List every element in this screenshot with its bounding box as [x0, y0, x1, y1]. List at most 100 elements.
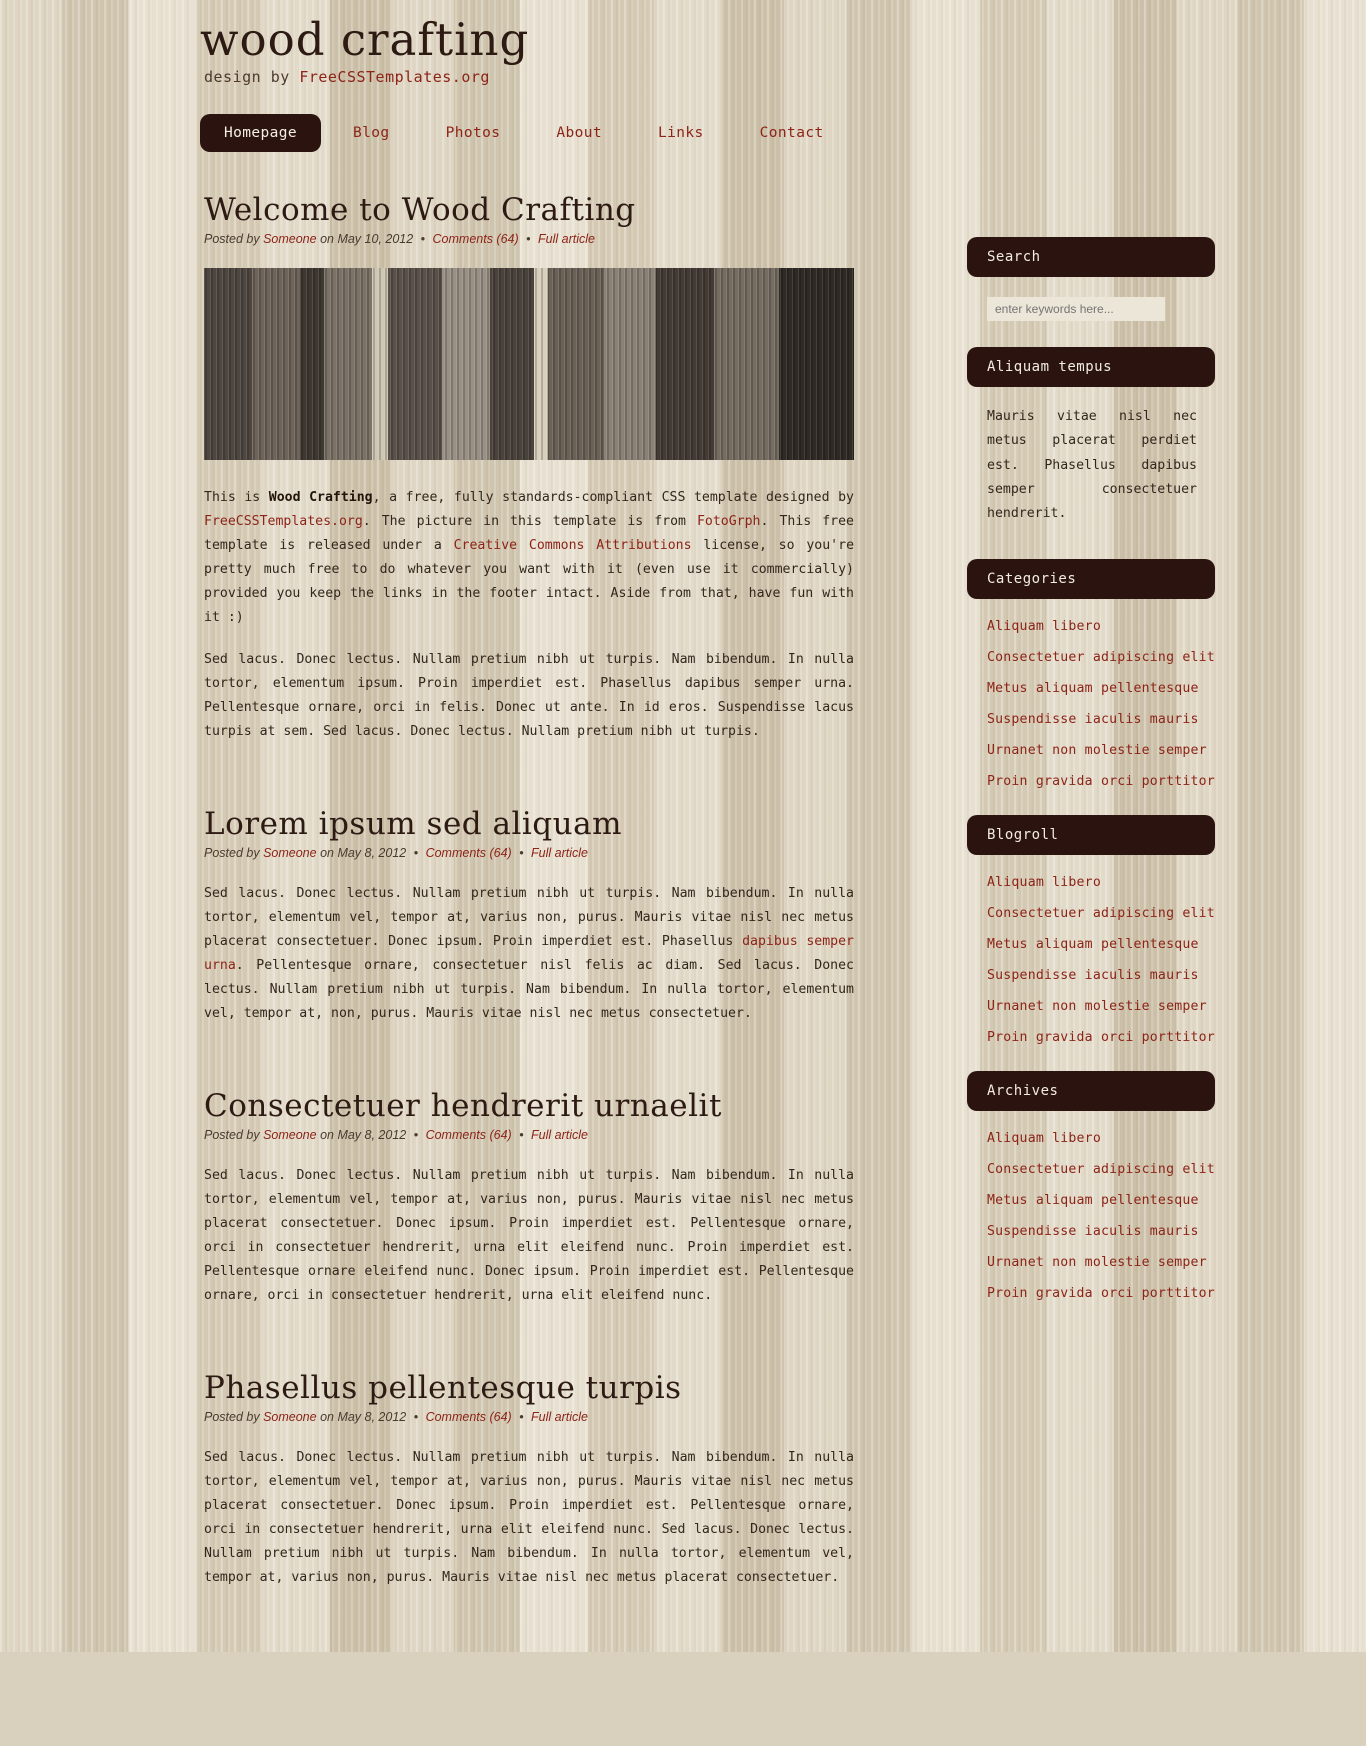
inline-text: Sed lacus. Donec lectus. Nullam pretium … — [204, 1450, 854, 1586]
main-content: Welcome to Wood Crafting Posted by Someon… — [200, 192, 855, 1652]
widget-categories-heading: Categories — [967, 558, 1215, 599]
post-comments-link[interactable]: Comments (64) — [426, 1128, 512, 1142]
post-full-article-link[interactable]: Full article — [531, 1410, 588, 1424]
post-meta: Posted by Someone on May 8, 2012 • Comme… — [204, 1410, 855, 1424]
post-author-link[interactable]: Someone — [263, 846, 317, 860]
list-item[interactable]: Metus aliquam pellentesque — [987, 677, 1215, 696]
blogroll-link[interactable]: Proin gravida orci porttitor — [987, 1030, 1215, 1045]
categories-link[interactable]: Proin gravida orci porttitor — [987, 774, 1215, 789]
categories-link[interactable]: Urnanet non molestie semper — [987, 743, 1207, 758]
archives-link[interactable]: Metus aliquam pellentesque — [987, 1193, 1199, 1208]
list-item[interactable]: Suspendisse iaculis mauris — [987, 1220, 1215, 1239]
archives-link[interactable]: Consectetuer adipiscing elit — [987, 1162, 1215, 1177]
list-item[interactable]: Metus aliquam pellentesque — [987, 1189, 1215, 1208]
post-meta: Posted by Someone on May 8, 2012 • Comme… — [204, 846, 855, 860]
post-paragraph: Sed lacus. Donec lectus. Nullam pretium … — [204, 1164, 854, 1308]
widget-search: Search — [967, 236, 1215, 321]
nav-item-contact[interactable]: Contact — [736, 114, 848, 152]
post-full-article-link[interactable]: Full article — [531, 1128, 588, 1142]
inline-text: . Pellentesque ornare, consectetuer nisl… — [204, 957, 854, 1021]
list-item[interactable]: Consectetuer adipiscing elit — [987, 1158, 1215, 1177]
list-item[interactable]: Urnanet non molestie semper — [987, 995, 1215, 1014]
post-comments-link[interactable]: Comments (64) — [426, 1410, 512, 1424]
post-date: on May 8, 2012 — [316, 845, 407, 860]
list-item[interactable]: Aliquam libero — [987, 1127, 1215, 1146]
archives-link[interactable]: Proin gravida orci porttitor — [987, 1286, 1215, 1301]
meta-separator: • — [515, 845, 528, 860]
inline-text: . The picture in this template is from — [362, 513, 697, 529]
meta-separator: • — [515, 1410, 528, 1425]
blogroll-link[interactable]: Aliquam libero — [987, 875, 1101, 890]
nav-link-homepage[interactable]: Homepage — [200, 113, 322, 152]
blogroll-link[interactable]: Metus aliquam pellentesque — [987, 937, 1199, 952]
archives-link[interactable]: Aliquam libero — [987, 1131, 1101, 1146]
inline-link[interactable]: Creative Commons Attributions — [454, 538, 692, 553]
categories-link[interactable]: Consectetuer adipiscing elit — [987, 650, 1215, 665]
nav-link-links[interactable]: Links — [634, 114, 728, 152]
list-item[interactable]: Urnanet non molestie semper — [987, 1251, 1215, 1270]
list-item[interactable]: Proin gravida orci porttitor — [987, 770, 1215, 789]
nav-link-blog[interactable]: Blog — [329, 114, 414, 152]
blogroll-list: Aliquam libero Consectetuer adipiscing el… — [967, 855, 1215, 1045]
main-navigation: Homepage Blog Photos About Links Contact — [0, 86, 1366, 152]
post-date: on May 10, 2012 — [316, 231, 414, 246]
nav-item-about[interactable]: About — [532, 114, 626, 152]
sidebar: Search Aliquam tempus Mauris vitae nisl … — [967, 192, 1215, 1327]
site-title: wood crafting — [200, 13, 530, 66]
meta-separator: • — [410, 1410, 422, 1425]
list-item[interactable]: Proin gravida orci porttitor — [987, 1026, 1215, 1045]
nav-link-contact[interactable]: Contact — [736, 114, 848, 152]
tagline-link[interactable]: FreeCSSTemplates.org — [299, 68, 490, 86]
post-title: Phasellus pellentesque turpis — [204, 1370, 682, 1407]
inline-bold: Wood Crafting — [268, 489, 373, 505]
post-full-article-link[interactable]: Full article — [531, 846, 588, 860]
site-header: wood crafting design by FreeCSSTemplates… — [0, 0, 1366, 86]
post-comments-link[interactable]: Comments (64) — [426, 846, 512, 860]
post-meta-prefix: Posted by — [204, 1128, 264, 1142]
widget-categories: Categories Aliquam libero Consectetuer ad… — [967, 558, 1215, 789]
post-meta: Posted by Someone on May 8, 2012 • Comme… — [204, 1128, 855, 1142]
post-full-article-link[interactable]: Full article — [538, 232, 595, 246]
widget-archives-heading: Archives — [967, 1070, 1215, 1111]
categories-link[interactable]: Aliquam libero — [987, 619, 1101, 634]
nav-item-photos[interactable]: Photos — [422, 114, 525, 152]
categories-link[interactable]: Suspendisse iaculis mauris — [987, 712, 1199, 727]
post-paragraph: Sed lacus. Donec lectus. Nullam pretium … — [204, 648, 854, 744]
tagline-prefix: design by — [204, 67, 300, 86]
list-item[interactable]: Aliquam libero — [987, 871, 1215, 890]
page-root: wood crafting design by FreeCSSTemplates… — [0, 0, 1366, 1652]
inline-text: Sed lacus. Donec lectus. Nullam pretium … — [204, 1168, 854, 1304]
inline-link[interactable]: FotoGrph — [697, 514, 761, 529]
list-item[interactable]: Metus aliquam pellentesque — [987, 933, 1215, 952]
nav-item-links[interactable]: Links — [634, 114, 728, 152]
post-comments-link[interactable]: Comments (64) — [433, 232, 519, 246]
inline-link[interactable]: FreeCSSTemplates.org — [204, 514, 363, 529]
archives-link[interactable]: Suspendisse iaculis mauris — [987, 1224, 1199, 1239]
list-item[interactable]: Consectetuer adipiscing elit — [987, 902, 1215, 921]
nav-link-photos[interactable]: Photos — [422, 114, 525, 152]
content-wrapper: Welcome to Wood Crafting Posted by Someon… — [0, 152, 1366, 1652]
post-paragraph: Sed lacus. Donec lectus. Nullam pretium … — [204, 1446, 854, 1590]
post-author-link[interactable]: Someone — [263, 1128, 317, 1142]
categories-link[interactable]: Metus aliquam pellentesque — [987, 681, 1199, 696]
nav-link-about[interactable]: About — [532, 114, 626, 152]
archives-link[interactable]: Urnanet non molestie semper — [987, 1255, 1207, 1270]
post-author-link[interactable]: Someone — [263, 1410, 317, 1424]
list-item[interactable]: Urnanet non molestie semper — [987, 739, 1215, 758]
list-item[interactable]: Proin gravida orci porttitor — [987, 1282, 1215, 1301]
list-item[interactable]: Suspendisse iaculis mauris — [987, 708, 1215, 727]
search-input[interactable] — [987, 296, 1165, 321]
list-item[interactable]: Consectetuer adipiscing elit — [987, 646, 1215, 665]
nav-item-homepage[interactable]: Homepage — [200, 113, 322, 152]
meta-separator: • — [522, 231, 534, 246]
blogroll-link[interactable]: Urnanet non molestie semper — [987, 999, 1207, 1014]
nav-item-blog[interactable]: Blog — [329, 114, 414, 152]
post-date: on May 8, 2012 — [316, 1128, 407, 1142]
categories-list: Aliquam libero Consectetuer adipiscing el… — [967, 599, 1215, 789]
post-author-link[interactable]: Someone — [263, 232, 317, 246]
list-item[interactable]: Aliquam libero — [987, 615, 1215, 634]
blogroll-link[interactable]: Consectetuer adipiscing elit — [987, 906, 1215, 921]
meta-separator: • — [417, 231, 429, 246]
list-item[interactable]: Suspendisse iaculis mauris — [987, 964, 1215, 983]
blogroll-link[interactable]: Suspendisse iaculis mauris — [987, 968, 1199, 983]
